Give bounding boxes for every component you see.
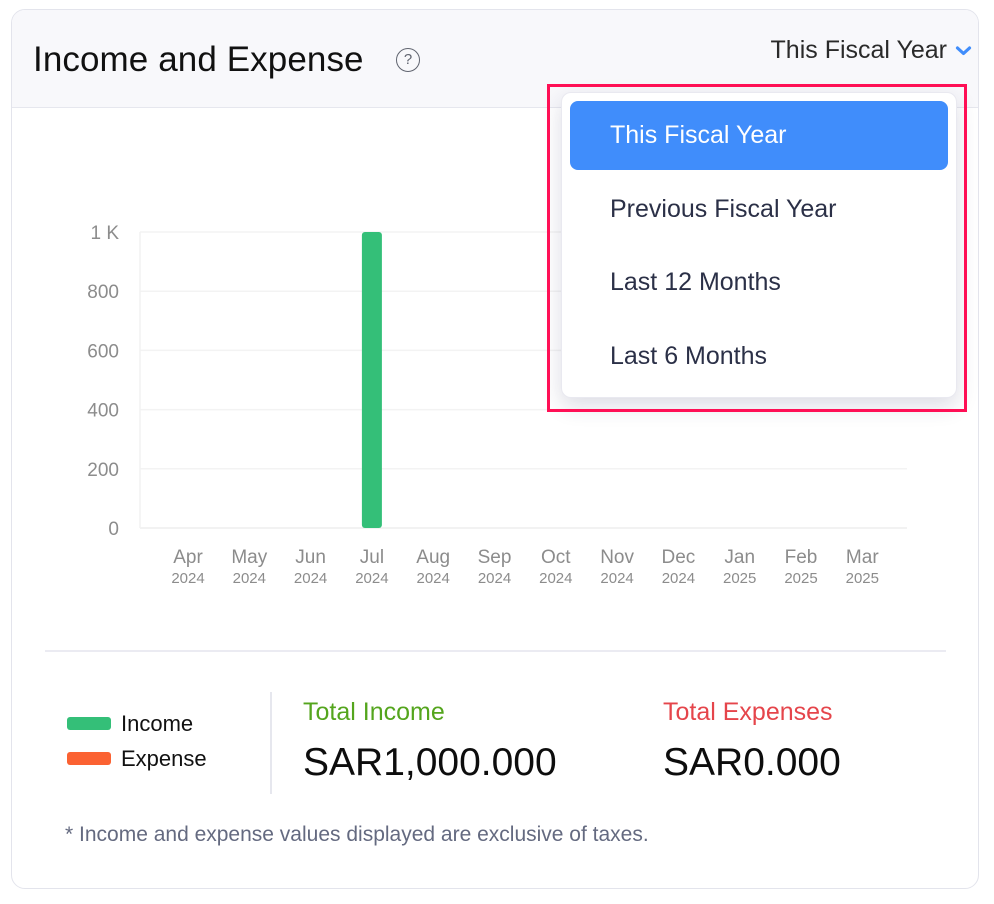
y-tick-label: 800 (87, 282, 119, 303)
x-tick-year: 2024 (233, 570, 266, 587)
total-expenses: Total Expenses SAR0.000 (663, 698, 841, 785)
x-tick-month: Jun (295, 547, 326, 568)
tax-footnote: * Income and expense values displayed ar… (65, 823, 649, 846)
total-income-label: Total Income (303, 698, 445, 726)
bars (361, 232, 382, 528)
x-tick-year: 2024 (171, 570, 204, 587)
period-option-last-6-months[interactable]: Last 6 Months (570, 322, 948, 391)
x-tick-year: 2024 (355, 570, 388, 587)
x-tick-year: 2025 (723, 570, 756, 587)
x-tick-month: Sep (478, 547, 512, 568)
x-tick-month: Dec (662, 547, 696, 568)
legend-label-expense: Expense (121, 745, 207, 771)
period-option-last-12-months[interactable]: Last 12 Months (570, 248, 948, 317)
legend-item-expense: Expense (67, 741, 207, 776)
y-tick-label: 0 (108, 519, 119, 540)
x-tick-month: Apr (173, 547, 203, 568)
x-tick-month: Mar (846, 547, 879, 568)
total-expenses-label: Total Expenses (663, 698, 833, 726)
chart-legend: Income Expense (67, 706, 207, 776)
period-dropdown-menu: This Fiscal Year Previous Fiscal Year La… (561, 92, 957, 398)
legend-swatch-income (67, 717, 111, 730)
total-income: Total Income SAR1,000.000 (303, 698, 557, 785)
y-tick-label: 1 K (90, 223, 119, 244)
x-tick-year: 2025 (846, 570, 879, 587)
x-tick-month: Aug (416, 547, 450, 568)
total-income-value: SAR1,000.000 (303, 741, 557, 784)
x-tick-year: 2024 (294, 570, 327, 587)
y-tick-label: 600 (87, 341, 119, 362)
y-tick-label: 200 (87, 460, 119, 481)
x-tick-year: 2024 (539, 570, 572, 587)
period-option-this-fiscal-year[interactable]: This Fiscal Year (570, 101, 948, 170)
x-tick-year: 2024 (478, 570, 511, 587)
x-tick-year: 2024 (600, 570, 633, 587)
x-axis-ticks: Apr 2024 May 2024 Jun 2024 Jul 2024 Aug 2024 Sep 20… (171, 547, 879, 587)
period-option-previous-fiscal-year[interactable]: Previous Fiscal Year (570, 175, 948, 244)
y-axis-ticks: 0 200 400 600 800 1 K (87, 223, 119, 540)
y-tick-label: 400 (87, 401, 119, 422)
legend-label-income: Income (121, 710, 194, 736)
x-tick-year: 2024 (417, 570, 450, 587)
summary-divider (45, 650, 946, 652)
bar-income-jul[interactable] (361, 232, 382, 528)
x-tick-month: May (231, 547, 267, 568)
x-tick-month: Oct (541, 547, 571, 568)
legend-swatch-expense (67, 752, 111, 765)
legend-divider (270, 692, 272, 794)
x-tick-month: Jul (360, 547, 384, 568)
legend-item-income: Income (67, 706, 207, 741)
x-tick-month: Nov (600, 547, 634, 568)
x-tick-month: Feb (785, 547, 818, 568)
x-tick-year: 2024 (662, 570, 695, 587)
total-expenses-value: SAR0.000 (663, 741, 841, 784)
x-tick-year: 2025 (784, 570, 817, 587)
x-tick-month: Jan (724, 547, 755, 568)
